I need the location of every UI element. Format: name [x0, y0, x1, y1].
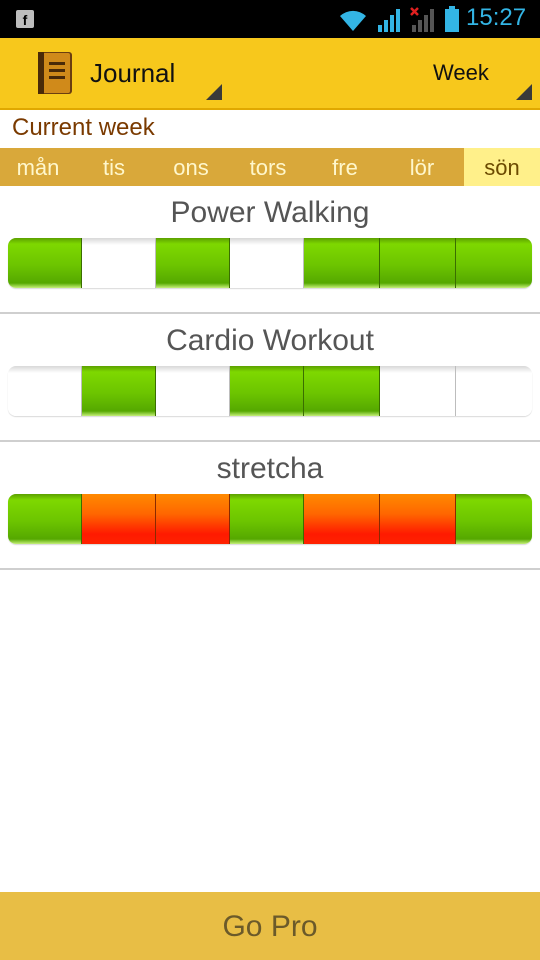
day-status-thu-done[interactable] — [230, 494, 304, 544]
day-status-wed-missed[interactable] — [156, 494, 230, 544]
period-spinner-indicator-icon[interactable] — [516, 84, 532, 100]
activity-name: Cardio Workout — [166, 324, 374, 357]
go-pro-button[interactable]: Go Pro — [0, 892, 540, 960]
day-tabs: mån tis ons tors fre lör sön — [0, 148, 540, 186]
journal-spinner-indicator-icon[interactable] — [206, 84, 222, 100]
activity-week-bar — [8, 494, 532, 544]
activity-row[interactable]: Power Walking — [0, 186, 540, 314]
day-tab-fri[interactable]: fre — [307, 148, 383, 186]
day-status-fri-missed[interactable] — [304, 494, 380, 544]
day-status-sat-missed[interactable] — [380, 494, 456, 544]
day-tab-sat[interactable]: lör — [384, 148, 460, 186]
day-status-sat-done[interactable] — [380, 238, 456, 288]
day-status-thu-empty[interactable] — [230, 238, 304, 288]
day-tab-wed[interactable]: ons — [153, 148, 229, 186]
day-status-sat-empty[interactable] — [380, 366, 456, 416]
activity-row[interactable]: stretcha — [0, 442, 540, 570]
day-status-wed-done[interactable] — [156, 238, 230, 288]
day-status-sun-done[interactable] — [456, 494, 532, 544]
signal-no-sim-icon — [410, 7, 434, 32]
battery-icon — [445, 6, 459, 32]
activity-week-bar — [8, 238, 532, 288]
day-tab-mon[interactable]: mån — [0, 148, 76, 186]
period-spinner-label[interactable]: Week — [433, 60, 489, 86]
day-tab-sun[interactable]: sön — [464, 148, 540, 186]
section-title: Current week — [12, 114, 155, 141]
status-time: 15:27 — [466, 4, 527, 31]
day-status-sun-empty[interactable] — [456, 366, 532, 416]
action-bar: Journal Week — [0, 38, 540, 110]
day-status-wed-empty[interactable] — [156, 366, 230, 416]
day-status-mon-empty[interactable] — [8, 366, 82, 416]
day-status-fri-done[interactable] — [304, 366, 380, 416]
activity-name: Power Walking — [170, 196, 370, 229]
day-status-thu-done[interactable] — [230, 366, 304, 416]
day-status-mon-done[interactable] — [8, 238, 82, 288]
day-status-tue-missed[interactable] — [82, 494, 156, 544]
activity-name: stretcha — [216, 452, 324, 485]
journal-book-icon[interactable] — [36, 50, 74, 96]
day-status-mon-done[interactable] — [8, 494, 82, 544]
signal-icon — [378, 9, 400, 32]
activity-row[interactable]: Cardio Workout — [0, 314, 540, 442]
day-status-tue-empty[interactable] — [82, 238, 156, 288]
journal-spinner-label[interactable]: Journal — [90, 58, 175, 89]
facebook-icon: f — [16, 10, 34, 28]
status-bar: f 15:27 — [0, 0, 540, 38]
wifi-icon — [340, 10, 366, 31]
day-tab-tue[interactable]: tis — [76, 148, 152, 186]
day-status-fri-done[interactable] — [304, 238, 380, 288]
day-status-tue-done[interactable] — [82, 366, 156, 416]
activity-week-bar — [8, 366, 532, 416]
day-status-sun-done[interactable] — [456, 238, 532, 288]
day-tab-thu[interactable]: tors — [230, 148, 306, 186]
